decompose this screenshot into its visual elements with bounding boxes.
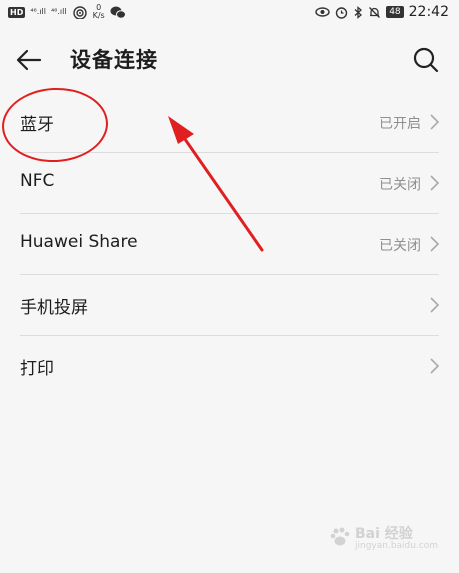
chevron-right-icon — [430, 297, 440, 313]
list-item-print[interactable]: 打印 — [0, 336, 459, 397]
list-item-label: 打印 — [20, 359, 54, 379]
page-title: 设备连接 — [70, 48, 158, 72]
annotation-arrow — [168, 116, 264, 252]
watermark: Bai 经验 jingyan.baidu.com — [329, 519, 441, 559]
chevron-right-icon — [430, 236, 440, 252]
list-item-label: 手机投屏 — [20, 298, 88, 318]
list-item-status: 已关闭 — [379, 238, 421, 254]
clock: 22:42 — [408, 4, 449, 20]
list-item-label: NFC — [20, 171, 55, 191]
status-bar-right: 48 22:42 — [315, 4, 449, 20]
signal-icon-1: ⁴⁶.ıll — [30, 7, 46, 16]
network-speed-unit: K/s — [92, 11, 105, 20]
eye-icon — [315, 7, 330, 17]
network-speed: 0 K/s — [93, 4, 105, 20]
list-item-screen-projection[interactable]: 手机投屏 — [0, 275, 459, 336]
wechat-icon — [110, 6, 126, 19]
bluetooth-icon — [354, 5, 363, 19]
list-item-label: Huawei Share — [20, 232, 138, 252]
watermark-sub: jingyan.baidu.com — [355, 541, 439, 551]
chevron-right-icon — [430, 114, 440, 130]
wifi-icon — [72, 6, 87, 19]
search-icon — [413, 47, 439, 73]
mute-bell-icon — [369, 6, 381, 18]
alarm-icon — [335, 6, 348, 19]
app-bar: 设备连接 — [0, 26, 459, 92]
back-arrow-icon — [16, 49, 42, 71]
status-bar-left: HD ⁴⁶.ıll ⁴⁶.ıll 0 K/s — [8, 4, 126, 20]
back-button[interactable] — [14, 45, 44, 75]
search-button[interactable] — [411, 45, 441, 75]
status-bar: HD ⁴⁶.ıll ⁴⁶.ıll 0 K/s 48 22:42 — [0, 0, 459, 26]
chevron-right-icon — [430, 358, 440, 374]
chevron-right-icon — [430, 175, 440, 191]
paw-logo-icon — [330, 527, 350, 546]
list-item-status: 已开启 — [379, 116, 421, 132]
hd-badge: HD — [8, 6, 26, 18]
battery-icon: 48 — [386, 6, 404, 18]
list-item-status: 已关闭 — [379, 177, 421, 193]
watermark-text: Bai 经验 — [355, 526, 413, 542]
signal-icon-2: ⁴⁶.ıll — [50, 7, 67, 16]
